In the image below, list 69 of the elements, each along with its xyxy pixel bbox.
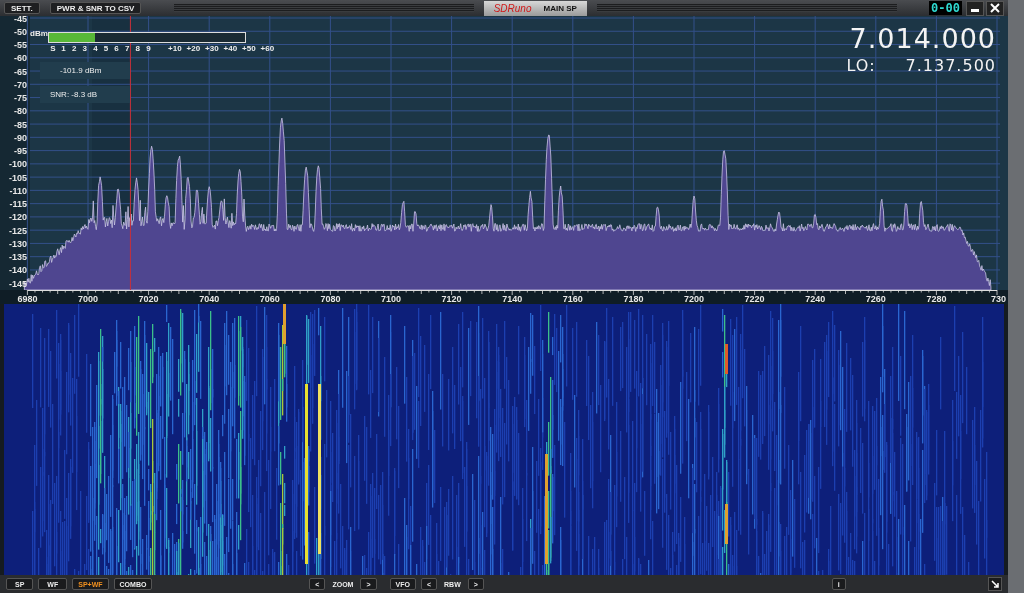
- db-scale-label: -105: [9, 172, 27, 183]
- frequency-label: 7180: [623, 294, 644, 304]
- s-meter-scale-label: 4: [93, 44, 98, 53]
- counter-display: 0-00: [929, 1, 962, 15]
- s-meter-scale-label: +50: [242, 44, 256, 53]
- frequency-label: 7040: [199, 294, 220, 304]
- db-scale-label: -100: [9, 159, 27, 170]
- frequency-label: 7000: [78, 294, 98, 304]
- frequency-label: 7120: [441, 294, 462, 304]
- s-meter-scale-label: 7: [124, 44, 130, 53]
- s-meter-scale-label: 5: [103, 44, 109, 53]
- s-meter-scale-label: 1: [61, 44, 66, 53]
- db-scale-label: -95: [14, 146, 27, 157]
- frequency-label: 7220: [744, 294, 765, 304]
- db-scale-label: -90: [14, 132, 27, 143]
- frequency-label: 7280: [926, 294, 947, 304]
- frequency-label: 7200: [684, 294, 704, 304]
- s-meter-scale-label: +20: [186, 44, 201, 53]
- db-scale-label: -45: [14, 16, 27, 24]
- frequency-label: 7080: [320, 294, 341, 304]
- db-scale-label: -115: [9, 199, 27, 210]
- s-meter-scale-label: +30: [205, 44, 219, 53]
- frequency-label: 7240: [805, 294, 826, 304]
- frequency-label: 7020: [138, 294, 159, 304]
- lo-label: LO:: [846, 56, 876, 75]
- db-scale-label: -65: [14, 66, 27, 77]
- db-scale-label: -125: [9, 225, 27, 236]
- toolbar-button[interactable]: SETT.: [4, 2, 40, 14]
- db-scale-label: -120: [9, 212, 27, 223]
- db-scale-label: -140: [9, 265, 27, 276]
- tab-label: MAIN SP: [543, 4, 577, 13]
- s-meter-scale-label: S: [50, 44, 56, 53]
- db-scale-label: -135: [9, 252, 27, 263]
- db-scale-label: -60: [14, 53, 27, 64]
- logo-text: SDRuno: [493, 3, 532, 14]
- title-tab[interactable]: SDRuno MAIN SP: [483, 1, 587, 16]
- db-scale-label: -85: [14, 119, 27, 130]
- frequency-display: 7.014.000: [849, 23, 996, 54]
- db-scale-label: -130: [9, 238, 27, 249]
- db-scale-label: -145: [9, 278, 27, 289]
- lo-frequency: 7.137.500: [905, 56, 996, 75]
- snr-reading: SNR: -8.3 dB: [40, 86, 130, 103]
- resize-icon[interactable]: [988, 577, 1002, 591]
- s-meter-scale-label: +40: [223, 44, 238, 53]
- frequency-label: 7140: [502, 294, 523, 304]
- s-meter-scale-label: +60: [260, 44, 275, 53]
- s-meter-scale-label: 6: [114, 44, 119, 53]
- unit-label: dBm: [30, 29, 48, 38]
- s-meter-scale-label: 9: [146, 44, 151, 53]
- frequency-label: 7260: [865, 294, 886, 304]
- frequency-label: 730: [991, 294, 1007, 304]
- frequency-label: 7060: [259, 294, 280, 304]
- s-meter-scale-label: 2: [71, 44, 77, 53]
- frequency-label: 6980: [17, 294, 38, 304]
- db-scale-label: -70: [14, 79, 27, 90]
- s-meter-scale-label: 8: [135, 44, 140, 53]
- db-scale-label: -55: [14, 40, 27, 50]
- minimize-icon[interactable]: [966, 0, 984, 16]
- signal-power-reading: -101.9 dBm: [40, 62, 130, 79]
- db-scale-label: -110: [9, 185, 27, 196]
- s-meter-scale-label: 3: [82, 44, 87, 53]
- frequency-label: 7160: [562, 294, 583, 304]
- db-scale-label: -80: [14, 106, 27, 117]
- close-icon[interactable]: [986, 0, 1004, 16]
- frequency-label: 7100: [381, 294, 401, 304]
- s-meter-scale-label: +10: [168, 44, 182, 53]
- toolbar-button[interactable]: PWR & SNR TO CSV: [49, 2, 142, 14]
- db-scale-label: -50: [14, 26, 27, 37]
- db-scale-label: -75: [14, 93, 27, 104]
